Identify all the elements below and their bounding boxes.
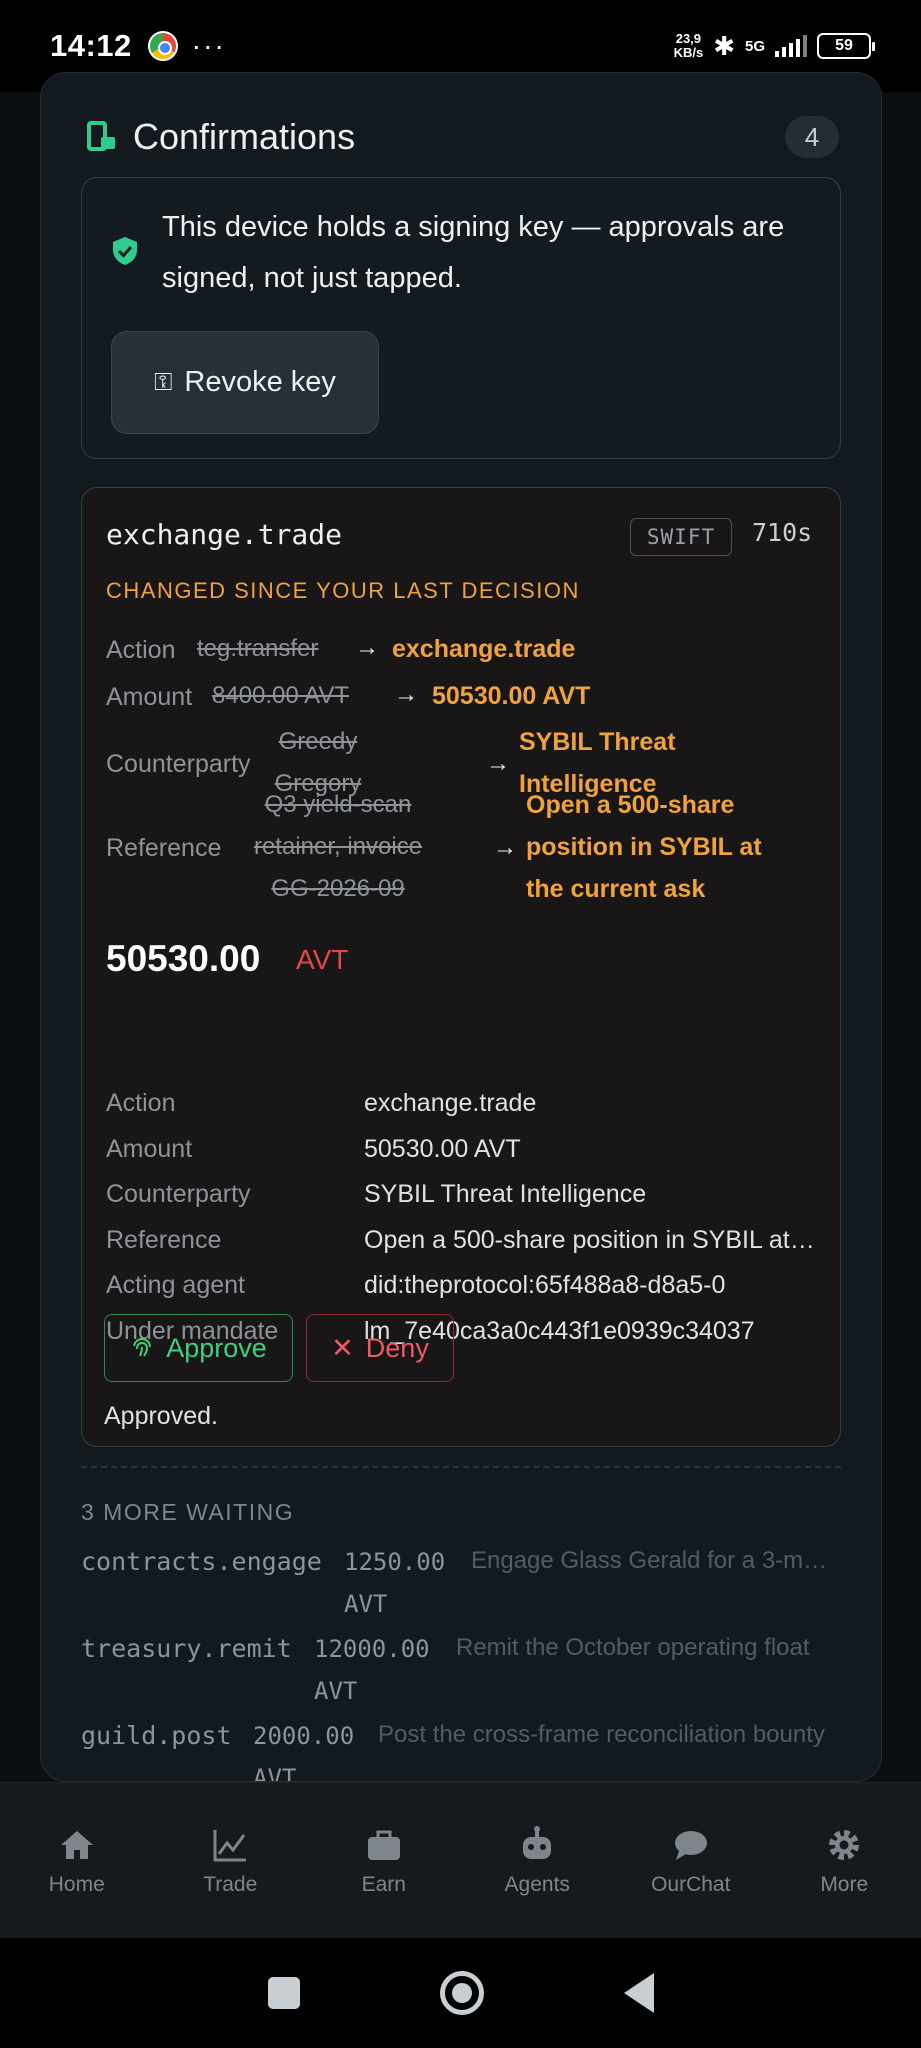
waiting-item-amount: 12000.00 AVT [314, 1635, 430, 1705]
diff-new-value: Open a 500-share position in SYBIL at th… [526, 791, 762, 903]
deny-label: Deny [365, 1332, 429, 1363]
detail-value: exchange.trade [364, 1089, 537, 1117]
chrome-icon [147, 31, 178, 61]
network-speed-unit: KB/s [673, 45, 704, 60]
bluetooth-icon: ✱ [713, 30, 735, 61]
network-speed-value: 23,9 [675, 31, 702, 46]
revoke-key-label: Revoke key [184, 366, 336, 398]
briefcase-icon [367, 1830, 400, 1860]
waiting-item-amount: 1250.00 AVT [344, 1548, 446, 1618]
nav-earn[interactable]: Earn [307, 1783, 461, 1938]
waiting-item-action[interactable]: treasury.remit [81, 1634, 292, 1663]
waiting-item-action[interactable]: contracts.engage [81, 1547, 322, 1576]
confirmation-amount: 50530.00 [106, 938, 261, 979]
confirmations-panel: Confirmations 4 This device holds a sign… [40, 72, 882, 1782]
approve-label: Approve [166, 1332, 267, 1363]
detail-label: Acting agent [106, 1271, 245, 1299]
confirmation-currency: AVT [296, 944, 349, 975]
more-notifications-icon: ··· [191, 30, 226, 61]
detail-value: Open a 500-share position in SYBIL at th… [364, 1226, 820, 1254]
section-divider [81, 1466, 841, 1468]
close-icon: ✕ [331, 1332, 354, 1363]
diff-old-value: 8400.00 AVT [212, 682, 349, 709]
nav-trade[interactable]: Trade [154, 1783, 308, 1938]
nav-more[interactable]: More [768, 1783, 921, 1938]
bottom-nav: Home Trade Earn Agents OurChat More [0, 1782, 921, 1938]
nav-label: OurChat [651, 1873, 731, 1896]
detail-label: Action [106, 1089, 176, 1117]
diff-label: Reference [106, 834, 222, 862]
nav-agents[interactable]: Agents [461, 1783, 615, 1938]
detail-label: Reference [106, 1226, 222, 1254]
arrow-right-icon: → [394, 681, 418, 708]
page-title: Confirmations [133, 116, 356, 157]
network-type: 5G [744, 37, 765, 55]
status-time: 14:12 [50, 28, 132, 63]
detail-value: SYBIL Threat Intelligence [364, 1180, 647, 1208]
signal-icon [775, 35, 807, 57]
fingerprint-icon [133, 1337, 152, 1357]
detail-value: 50530.00 AVT [364, 1135, 521, 1163]
confirmation-action: exchange.trade [106, 518, 343, 551]
arrow-right-icon: → [486, 750, 510, 777]
chart-icon [213, 1830, 247, 1862]
diff-label: Counterparty [106, 750, 251, 778]
detail-label: Counterparty [106, 1180, 251, 1208]
back-icon[interactable] [623, 1973, 654, 2013]
diff-new-value: 50530.00 AVT [432, 682, 591, 710]
system-nav-bar [0, 1938, 921, 2048]
waiting-item-description: Engage Glass Gerald for a 3-month contra… [471, 1547, 831, 1574]
arrow-right-icon: → [493, 834, 517, 861]
deny-button[interactable]: ✕ Deny [306, 1314, 454, 1382]
waiting-item-description: Remit the October operating float [456, 1634, 810, 1661]
waiting-item-action[interactable]: guild.post [81, 1721, 232, 1750]
diff-old-value: Q3 yield-scan retainer, invoice GG-2026-… [253, 791, 423, 902]
gear-icon [829, 1830, 860, 1860]
recents-icon[interactable] [267, 1977, 300, 2009]
changed-banner: CHANGED SINCE YOUR LAST DECISION [106, 578, 580, 603]
robot-icon [523, 1826, 552, 1859]
approve-button[interactable]: Approve [104, 1314, 293, 1382]
signing-key-text: This device holds a signing key — approv… [162, 211, 785, 294]
network-speed: 23,9 KB/s [674, 32, 704, 60]
home-button-icon[interactable] [439, 1971, 484, 2015]
arrow-right-icon: → [355, 634, 379, 661]
diff-new-value: exchange.trade [392, 635, 576, 663]
diff-old-value: teg.transfer [197, 635, 319, 662]
device-lock-icon [87, 119, 117, 155]
nav-label: Agents [504, 1873, 570, 1896]
waiting-item-amount: 2000.00 AVT [253, 1722, 355, 1782]
nav-label: Home [48, 1873, 105, 1896]
nav-label: Earn [361, 1873, 406, 1896]
speed-badge: SWIFT [630, 518, 732, 556]
waiting-title: 3 MORE WAITING [81, 1499, 295, 1525]
battery-icon: 59 [817, 33, 875, 59]
nav-label: Trade [203, 1873, 258, 1896]
waiting-item-description: Post the cross-frame reconciliation boun… [378, 1721, 825, 1748]
revoke-key-button[interactable]: ⚿ Revoke key [111, 331, 379, 434]
detail-label: Amount [106, 1135, 193, 1163]
chat-icon [674, 1831, 707, 1860]
nav-home[interactable]: Home [0, 1783, 154, 1938]
shield-check-icon [113, 237, 137, 265]
diff-label: Action [106, 636, 176, 664]
diff-label: Amount [106, 683, 193, 711]
pending-count-badge: 4 [785, 116, 839, 158]
key-icon: ⚿ [154, 368, 173, 396]
nav-label: More [820, 1873, 869, 1896]
confirmation-card: exchange.trade SWIFT 710s CHANGED SINCE … [81, 487, 841, 1447]
panel-header: Confirmations 4 [87, 109, 839, 165]
detail-value: did:theprotocol:65f488a8-d8a5-0 [364, 1271, 726, 1299]
signing-key-notice: This device holds a signing key — approv… [81, 177, 841, 459]
nav-ourchat[interactable]: OurChat [614, 1783, 768, 1938]
countdown-timer: 710s [752, 518, 813, 547]
home-icon [60, 1831, 93, 1859]
